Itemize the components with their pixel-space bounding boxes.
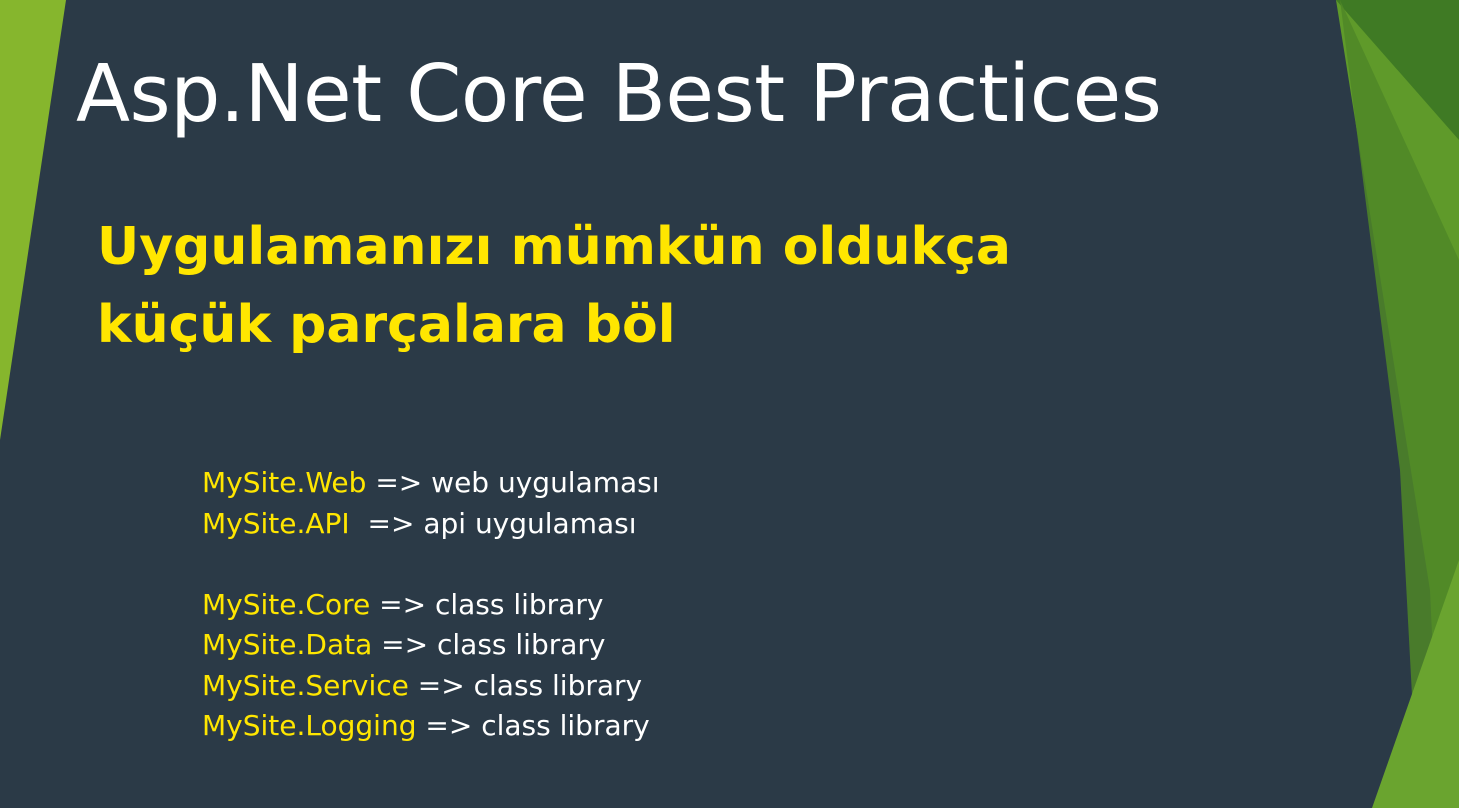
project-arrow: => [425, 709, 473, 742]
project-name: MySite.Logging [202, 709, 417, 742]
project-item-web: MySite.Web => web uygulaması [202, 463, 660, 504]
slide: Asp.Net Core Best Practices Uygulamanızı… [0, 0, 1459, 808]
project-arrow: => [381, 628, 429, 661]
project-description: class library [434, 587, 604, 621]
project-description: class library [473, 668, 643, 702]
project-name: MySite.Web [202, 466, 367, 499]
project-item-data: MySite.Data => class library [202, 625, 660, 666]
slide-title: Asp.Net Core Best Practices [76, 48, 1162, 140]
project-description: class library [436, 628, 606, 661]
project-arrow: => [379, 587, 427, 621]
project-name: MySite.API [202, 506, 350, 540]
project-item-logging: MySite.Logging => class library [202, 706, 660, 747]
project-item-api: MySite.API => api uygulaması [202, 504, 660, 545]
subtitle-line: Uygulamanızı mümkün oldukça [97, 217, 1011, 277]
project-description: web uygulaması [431, 466, 660, 499]
project-name: MySite.Data [202, 628, 373, 661]
project-description: class library [481, 709, 650, 742]
slide-subtitle: Uygulamanızı mümkün oldukça küçük parçal… [97, 208, 1197, 364]
project-name: MySite.Service [202, 668, 409, 702]
project-item-service: MySite.Service => class library [202, 666, 660, 707]
project-name: MySite.Core [202, 587, 371, 621]
project-arrow: => [417, 668, 465, 702]
project-arrow: => [367, 506, 415, 540]
project-list: MySite.Web => web uygulaması MySite.API … [202, 463, 660, 747]
project-arrow: => [375, 466, 423, 499]
subtitle-line: küçük parçalara böl [97, 295, 676, 355]
project-description: api uygulaması [423, 506, 637, 540]
project-item-core: MySite.Core => class library [202, 585, 660, 626]
left-green-shape [0, 0, 66, 440]
